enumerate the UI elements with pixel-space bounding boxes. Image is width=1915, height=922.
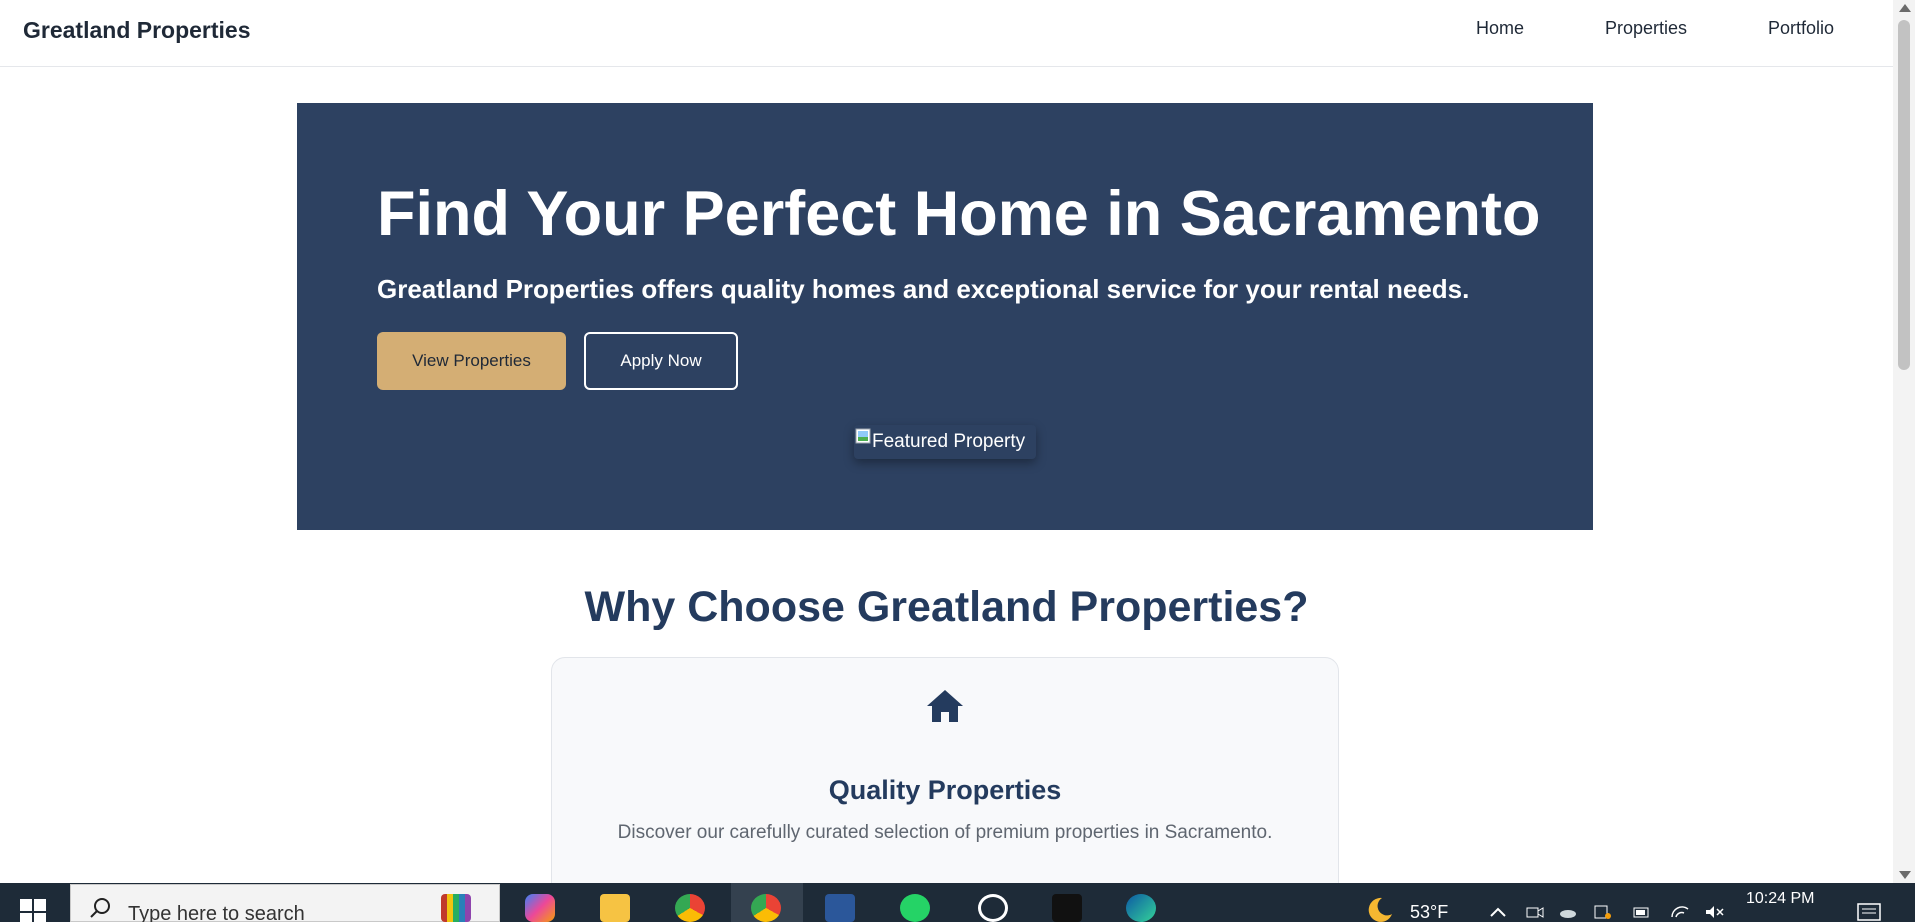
nav-portfolio[interactable]: Portfolio [1768,18,1834,39]
feature-card-text: Discover our carefully curated selection… [617,822,1273,843]
chrome-icon[interactable] [675,894,705,922]
weather-temp[interactable]: 53°F [1410,902,1448,922]
notifications-icon[interactable] [1856,902,1882,922]
file-explorer-icon[interactable] [600,894,630,922]
windows-taskbar: Type here to search 53°F 10:24 PM [0,883,1915,922]
settings-icon[interactable] [978,894,1008,922]
clock-time[interactable]: 10:24 PM [1746,890,1814,908]
speaker-muted-icon[interactable] [1704,905,1724,919]
search-placeholder: Type here to search [128,903,305,922]
feature-card-title: Quality Properties [828,775,1062,805]
search-icon [90,898,110,918]
nav-home[interactable]: Home [1476,18,1524,39]
windows-start-icon[interactable] [20,899,46,922]
taskbar-search-box[interactable]: Type here to search [70,884,500,922]
site-header: Greatland Properties Home Properties Por… [0,0,1893,67]
chrome-profile-icon[interactable] [751,894,781,922]
featured-property-image: Featured Property [854,425,1036,459]
site-brand[interactable]: Greatland Properties [23,17,251,44]
books-icon[interactable] [441,894,471,922]
update-icon[interactable] [1592,905,1612,919]
view-properties-button[interactable]: View Properties [377,332,566,390]
hero-subtitle: Greatland Properties offers quality home… [377,274,1470,304]
page-scrollbar[interactable] [1893,0,1915,883]
browser-page: Greatland Properties Home Properties Por… [0,0,1915,922]
wifi-icon[interactable] [1670,905,1690,919]
battery-icon[interactable] [1632,905,1652,919]
hero-section: Find Your Perfect Home in Sacramento Gre… [297,103,1593,530]
chevron-up-icon[interactable] [1488,905,1508,919]
featured-image-alt-text: Featured Property [872,431,1026,452]
scroll-down-icon[interactable] [1899,871,1911,879]
onedrive-icon[interactable] [1558,905,1578,919]
why-choose-title: Why Choose Greatland Properties? [584,583,1309,631]
hero-title: Find Your Perfect Home in Sacramento [377,179,1541,249]
feature-card: Quality Properties Discover our carefull… [551,657,1339,897]
whatsapp-icon[interactable] [900,894,930,922]
broken-image-icon [855,428,871,444]
edge-icon[interactable] [1126,894,1156,922]
moon-icon[interactable] [1364,896,1394,922]
scroll-up-icon[interactable] [1899,4,1911,12]
apply-now-button[interactable]: Apply Now [584,332,738,390]
home-icon [927,690,963,722]
word-icon[interactable] [825,894,855,922]
nav-properties[interactable]: Properties [1605,18,1687,39]
copilot-icon[interactable] [525,894,555,922]
scroll-thumb[interactable] [1898,20,1910,370]
app-icon[interactable] [1052,894,1082,922]
meet-now-icon[interactable] [1525,905,1545,919]
